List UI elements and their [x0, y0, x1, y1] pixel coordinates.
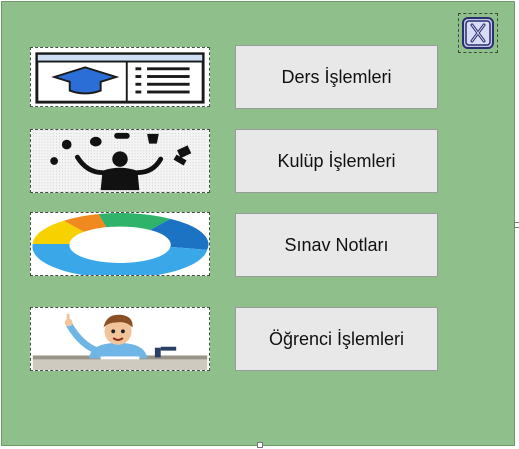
- resize-grip-right[interactable]: [514, 222, 519, 228]
- donut-chart-icon: [32, 213, 209, 275]
- juggling-person-icon: [32, 130, 208, 192]
- excel-close-icon: [462, 17, 494, 49]
- resize-grip-bottom[interactable]: [257, 442, 263, 448]
- ogrenci-picture: [30, 307, 210, 371]
- ders-picture: [30, 47, 210, 107]
- kulup-islemleri-button[interactable]: Kulüp İşlemleri: [235, 129, 438, 193]
- close-button[interactable]: [458, 13, 498, 53]
- kulup-picture: [30, 129, 210, 193]
- ogrenci-islemleri-button[interactable]: Öğrenci İşlemleri: [235, 307, 438, 371]
- ders-islemleri-button[interactable]: Ders İşlemleri: [235, 45, 438, 109]
- sinav-notlari-button[interactable]: Sınav Notları: [235, 213, 438, 277]
- student-at-desk-icon: [32, 308, 208, 370]
- sinav-picture: [30, 212, 210, 276]
- browser-graduation-cap-icon: [33, 48, 207, 106]
